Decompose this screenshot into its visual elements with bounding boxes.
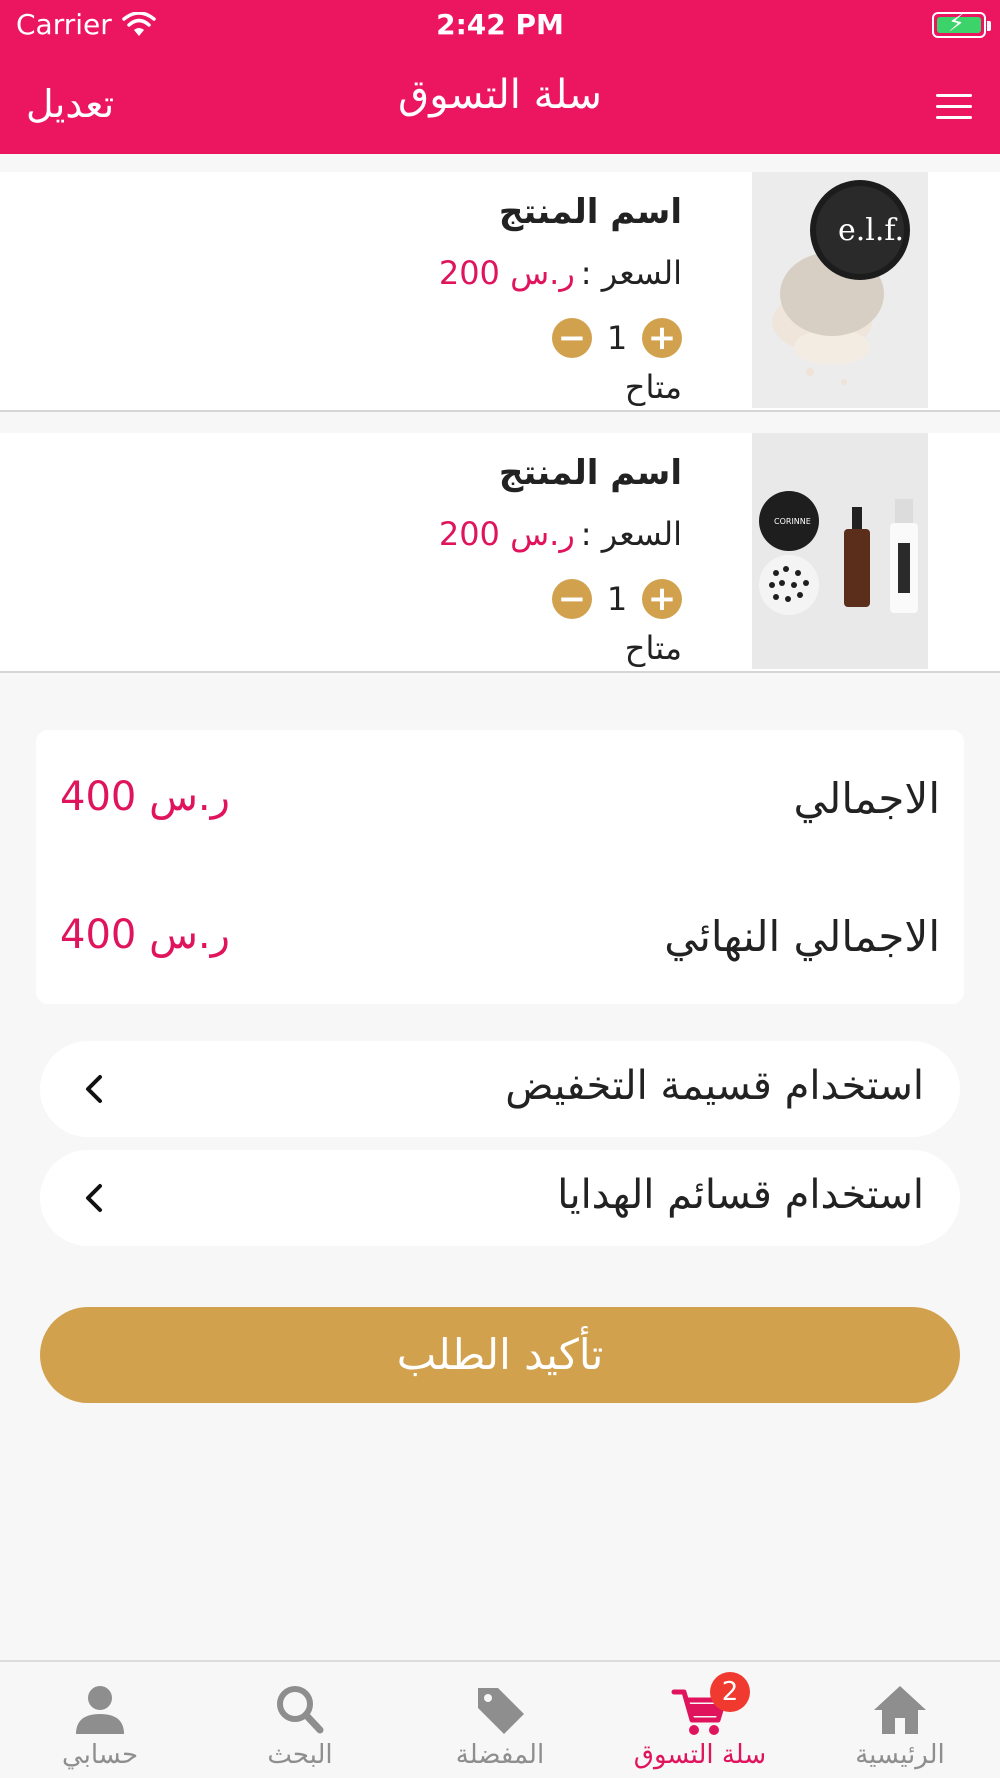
- top-bar: Carrier 2:42 PM ⚡ سلة التسوق تعديل: [0, 0, 1000, 154]
- coupon-label: استخدام قسيمة التخفيض: [505, 1063, 924, 1109]
- price-label: السعر :: [580, 515, 682, 553]
- tab-label: البحث: [267, 1740, 333, 1770]
- chevron-left-icon: [86, 1184, 102, 1212]
- tag-icon: [478, 1688, 524, 1734]
- subtotal-row: الاجمالي ر.س 400: [36, 774, 964, 834]
- tab-label: سلة التسوق: [633, 1740, 767, 1770]
- plus-button[interactable]: +: [642, 579, 682, 619]
- minus-button[interactable]: −: [552, 579, 592, 619]
- confirm-order-button[interactable]: تأكيد الطلب: [40, 1307, 960, 1403]
- edit-button[interactable]: تعديل: [26, 82, 114, 126]
- tab-home[interactable]: الرئيسية: [800, 1662, 1000, 1778]
- cart-item: e.l.f. اسم المنتج السعر : ر.س 200 − 1 + …: [0, 172, 1000, 412]
- grand-total-label: الاجمالي النهائي: [664, 912, 940, 961]
- grand-total-value: ر.س 400: [60, 912, 230, 958]
- coupon-option[interactable]: استخدام قسيمة التخفيض: [40, 1041, 960, 1137]
- quantity-stepper: − 1 +: [552, 318, 682, 358]
- tab-favorites[interactable]: المفضلة: [400, 1662, 600, 1778]
- minus-button[interactable]: −: [552, 318, 592, 358]
- availability-label: متاح: [624, 368, 682, 406]
- status-time: 2:42 PM: [436, 8, 564, 41]
- price-row: السعر : ر.س 200: [439, 515, 682, 553]
- tab-label: المفضلة: [455, 1740, 545, 1770]
- home-icon: [874, 1686, 926, 1734]
- tab-bar: حسابي البحث المفضلة 2 سلة التسوق الرئيسي…: [0, 1660, 1000, 1778]
- product-name: اسم المنتج: [498, 192, 682, 232]
- product-name: اسم المنتج: [498, 453, 682, 493]
- person-icon: [76, 1686, 124, 1734]
- tab-cart[interactable]: 2 سلة التسوق: [600, 1662, 800, 1778]
- gift-card-option[interactable]: استخدام قسائم الهدايا: [40, 1150, 960, 1246]
- menu-icon[interactable]: [936, 94, 972, 120]
- chevron-left-icon: [86, 1075, 102, 1103]
- price-value: ر.س 200: [438, 254, 575, 292]
- subtotal-value: ر.س 400: [60, 774, 230, 820]
- svg-text:e.l.f.: e.l.f.: [838, 213, 904, 248]
- tab-label: حسابي: [61, 1740, 139, 1770]
- page-title: سلة التسوق: [398, 72, 602, 118]
- availability-label: متاح: [624, 629, 682, 667]
- tab-search[interactable]: البحث: [200, 1662, 400, 1778]
- plus-button[interactable]: +: [642, 318, 682, 358]
- totals-card: الاجمالي ر.س 400 الاجمالي النهائي ر.س 40…: [36, 730, 964, 1004]
- price-label: السعر :: [580, 254, 682, 292]
- grand-total-row: الاجمالي النهائي ر.س 400: [36, 912, 964, 972]
- price-value: ر.س 200: [438, 515, 575, 553]
- status-bar: Carrier 2:42 PM ⚡: [0, 0, 1000, 52]
- tab-label: الرئيسية: [855, 1740, 945, 1770]
- battery-icon: ⚡: [932, 11, 991, 38]
- cart-item: CORINNE اسم المنتج السعر : ر.س 200 − 1 +…: [0, 433, 1000, 673]
- price-row: السعر : ر.س 200: [439, 254, 682, 292]
- quantity-value: 1: [606, 319, 628, 357]
- svg-text:CORINNE: CORINNE: [774, 517, 811, 526]
- tab-account[interactable]: حسابي: [0, 1662, 200, 1778]
- cart-count-badge: 2: [710, 1672, 750, 1712]
- quantity-value: 1: [606, 580, 628, 618]
- quantity-stepper: − 1 +: [552, 579, 682, 619]
- subtotal-label: الاجمالي: [793, 774, 940, 823]
- search-icon: [277, 1686, 324, 1734]
- loose-powder-jar-image: e.l.f.: [752, 172, 928, 408]
- cosmetics-set-image: CORINNE: [752, 433, 928, 669]
- product-image[interactable]: CORINNE: [752, 433, 928, 669]
- product-image[interactable]: e.l.f.: [752, 172, 928, 408]
- gift-card-label: استخدام قسائم الهدايا: [557, 1172, 924, 1218]
